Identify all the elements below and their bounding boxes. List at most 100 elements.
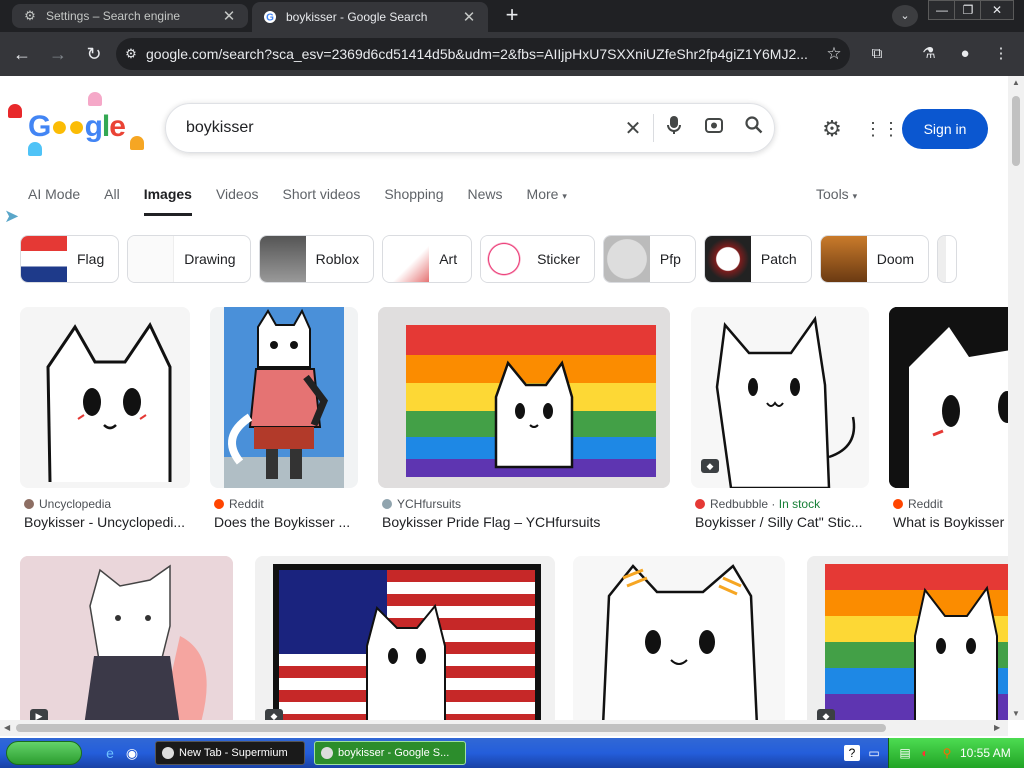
image-result-card[interactable]	[573, 556, 785, 720]
result-source: Uncyclopedia	[24, 497, 111, 511]
tab-shopping[interactable]: Shopping	[384, 186, 443, 216]
chip-label: Art	[439, 251, 458, 267]
start-button[interactable]	[6, 741, 82, 765]
scrollbar-thumb[interactable]	[16, 724, 886, 732]
result-title[interactable]: What is Boykisser	[893, 514, 1008, 530]
forward-icon[interactable]: →	[45, 41, 71, 67]
image-result-card[interactable]: ◆ Redbubble · In stock Boykisser / Silly…	[691, 307, 871, 537]
tab-news[interactable]: News	[468, 186, 503, 216]
scroll-left-icon[interactable]: ◀	[4, 720, 10, 736]
display-icon[interactable]: ▭	[866, 745, 882, 761]
settings-gear-icon[interactable]: ⚙	[818, 115, 846, 143]
search-input[interactable]: boykisser	[166, 119, 613, 137]
chip-drawing[interactable]: Drawing	[127, 235, 251, 283]
result-image[interactable]	[210, 307, 358, 488]
chip-art[interactable]: Art	[382, 235, 473, 283]
microphone-icon[interactable]	[654, 115, 694, 141]
image-result-card[interactable]: ◆	[807, 556, 1008, 720]
google-apps-icon[interactable]: ⋮⋮⋮	[864, 115, 918, 143]
site-info-icon[interactable]: ⚙	[116, 46, 146, 62]
result-title[interactable]: Does the Boykisser ...	[214, 514, 360, 530]
image-result-card[interactable]: YCHfursuits Boykisser Pride Flag – YCHfu…	[378, 307, 670, 537]
labs-flask-icon[interactable]: ⚗	[918, 43, 940, 65]
result-image[interactable]	[378, 307, 670, 488]
google-doodle-logo[interactable]: G●●gle	[6, 90, 156, 160]
browser-icon	[162, 747, 174, 759]
image-result-card[interactable]: ◆	[255, 556, 555, 720]
chip-flag[interactable]: Flag	[20, 235, 120, 283]
search-icon[interactable]	[734, 116, 774, 140]
result-title[interactable]: Boykisser - Uncyclopedi...	[24, 514, 190, 530]
network-icon[interactable]: ▤	[897, 745, 913, 761]
result-image[interactable]	[889, 307, 1008, 488]
chip-doom[interactable]: Doom	[819, 235, 930, 283]
scroll-up-icon[interactable]: ▲	[1008, 78, 1024, 87]
help-icon[interactable]: ?	[844, 745, 860, 761]
taskbar-item-google-search[interactable]: boykisser - Google S...	[314, 741, 466, 765]
taskbar-item-new-tab[interactable]: New Tab - Supermium	[155, 741, 305, 765]
restore-button[interactable]: ❐	[954, 0, 982, 20]
tab-ai-mode[interactable]: AI Mode	[28, 186, 80, 216]
red-ghost-icon	[8, 104, 22, 118]
chip-label: Patch	[760, 251, 797, 267]
tab-google-search[interactable]: G boykisser - Google Search ✕	[252, 2, 488, 32]
close-icon[interactable]: ✕	[460, 8, 478, 26]
back-icon[interactable]: ←	[9, 41, 35, 67]
chip-partial[interactable]	[937, 235, 958, 283]
chip-patch[interactable]: Patch	[703, 235, 812, 283]
tab-search-button[interactable]: ⌄	[892, 5, 918, 27]
tab-all[interactable]: All	[104, 186, 120, 216]
chip-sticker[interactable]: Sticker	[480, 235, 595, 283]
result-image[interactable]	[807, 556, 1008, 720]
image-result-card[interactable]: ▶	[20, 556, 233, 720]
profile-icon[interactable]: ●	[954, 43, 976, 65]
close-window-button[interactable]: ✕	[980, 0, 1014, 20]
search-box[interactable]: boykisser ✕	[165, 103, 775, 153]
menu-icon[interactable]: ⋮	[990, 43, 1012, 65]
tab-videos[interactable]: Videos	[216, 186, 259, 216]
close-icon[interactable]: ✕	[220, 7, 238, 25]
result-image[interactable]	[20, 307, 190, 488]
tab-settings[interactable]: ⚙ Settings – Search engine ✕	[12, 4, 248, 28]
chip-roblox[interactable]: Roblox	[258, 235, 375, 283]
scroll-down-icon[interactable]: ▼	[1008, 709, 1024, 718]
scrollbar-thumb[interactable]	[1012, 96, 1020, 166]
chip-label: Sticker	[537, 251, 580, 267]
reload-icon[interactable]: ↻	[81, 41, 107, 67]
address-bar[interactable]: ⚙ google.com/search?sca_esv=2369d6cd5141…	[116, 38, 850, 70]
vertical-scrollbar[interactable]: ▲ ▼	[1008, 76, 1024, 720]
speaker-icon[interactable]: ◐	[917, 745, 933, 761]
new-tab-button[interactable]: +	[498, 4, 526, 28]
result-source-text: Reddit	[229, 497, 264, 511]
clear-icon[interactable]: ✕	[613, 116, 653, 141]
result-image[interactable]	[573, 556, 785, 720]
result-title[interactable]: Boykisser / Silly Cat" Stic...	[695, 514, 871, 530]
tab-short-videos[interactable]: Short videos	[283, 186, 361, 216]
scroll-right-icon[interactable]: ▶	[994, 720, 1000, 736]
tab-more[interactable]: More ▾	[527, 186, 567, 216]
chip-pfp[interactable]: Pfp	[602, 235, 696, 283]
extensions-icon[interactable]: ⧉	[866, 43, 888, 65]
tag-icon: ◆	[701, 459, 719, 473]
result-title[interactable]: Boykisser Pride Flag – YCHfursuits	[382, 514, 670, 530]
lens-camera-icon[interactable]	[694, 115, 734, 141]
result-image[interactable]	[20, 556, 233, 720]
horizontal-scrollbar[interactable]: ◀ ▶	[0, 720, 1008, 736]
sign-in-button[interactable]: Sign in	[902, 109, 988, 149]
media-player-icon[interactable]: ◉	[122, 743, 142, 763]
image-result-card[interactable]: Reddit What is Boykisser	[889, 307, 1008, 537]
minimize-button[interactable]: —	[928, 0, 956, 20]
image-result-card[interactable]: Reddit Does the Boykisser ...	[210, 307, 360, 537]
tab-images[interactable]: Images	[143, 186, 192, 216]
browser-icon	[321, 747, 333, 759]
reddit-icon	[214, 499, 224, 509]
internet-explorer-icon[interactable]: e	[100, 743, 120, 763]
image-result-card[interactable]: Uncyclopedia Boykisser - Uncyclopedi...	[20, 307, 190, 537]
result-image[interactable]	[255, 556, 555, 720]
chip-thumbnail	[704, 236, 751, 282]
bookmark-star-icon[interactable]: ☆	[818, 44, 850, 64]
tools-dropdown[interactable]: Tools ▾	[816, 186, 857, 202]
result-source-text: Reddit	[908, 497, 943, 511]
search-icon[interactable]: ⚲	[939, 745, 955, 761]
clock: 10:55 AM	[960, 746, 1011, 760]
